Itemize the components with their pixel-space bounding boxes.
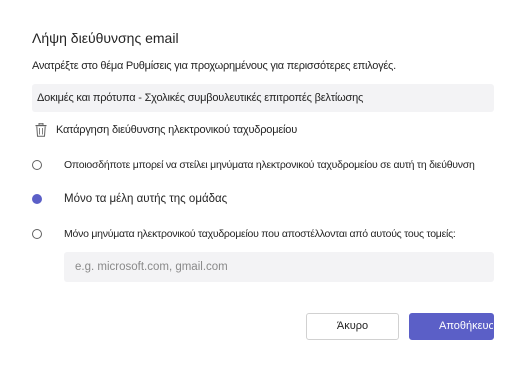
option-specified-domains[interactable]: Μόνο μηνύματα ηλεκτρονικού ταχυδρομείου …: [32, 228, 456, 240]
remove-email-address-label: Κατάργηση διεύθυνσης ηλεκτρονικού ταχυδρ…: [56, 124, 298, 136]
dialog-subtitle: Ανατρέξτε στο θέμα Ρυθμίσεις για προχωρη…: [32, 60, 396, 72]
option-anyone[interactable]: Οποιοσδήποτε μπορεί να στείλει μηνύματα …: [32, 159, 475, 171]
cancel-button[interactable]: Άκυρο: [306, 313, 399, 340]
allowed-domains-input[interactable]: [64, 252, 494, 282]
option-members-only[interactable]: Μόνο τα μέλη αυτής της ομάδας: [32, 193, 227, 205]
trash-icon: [35, 123, 47, 137]
radio-unchecked-icon[interactable]: [32, 229, 42, 239]
save-button[interactable]: Αποθήκευση: [409, 313, 494, 340]
get-email-address-dialog: Λήψη διεύθυνσης email Ανατρέξτε στο θέμα…: [0, 0, 520, 367]
email-address-display: Δοκιμές και πρότυπα - Σχολικές συμβουλευ…: [32, 84, 494, 112]
option-specified-domains-label: Μόνο μηνύματα ηλεκτρονικού ταχυδρομείου …: [64, 228, 456, 240]
option-anyone-label: Οποιοσδήποτε μπορεί να στείλει μηνύματα …: [64, 159, 475, 171]
remove-email-address-button[interactable]: Κατάργηση διεύθυνσης ηλεκτρονικού ταχυδρ…: [32, 120, 297, 140]
radio-unchecked-icon[interactable]: [32, 160, 42, 170]
option-members-only-label: Μόνο τα μέλη αυτής της ομάδας: [64, 193, 228, 205]
dialog-title: Λήψη διεύθυνσης email: [32, 30, 179, 46]
radio-checked-icon[interactable]: [32, 194, 42, 204]
